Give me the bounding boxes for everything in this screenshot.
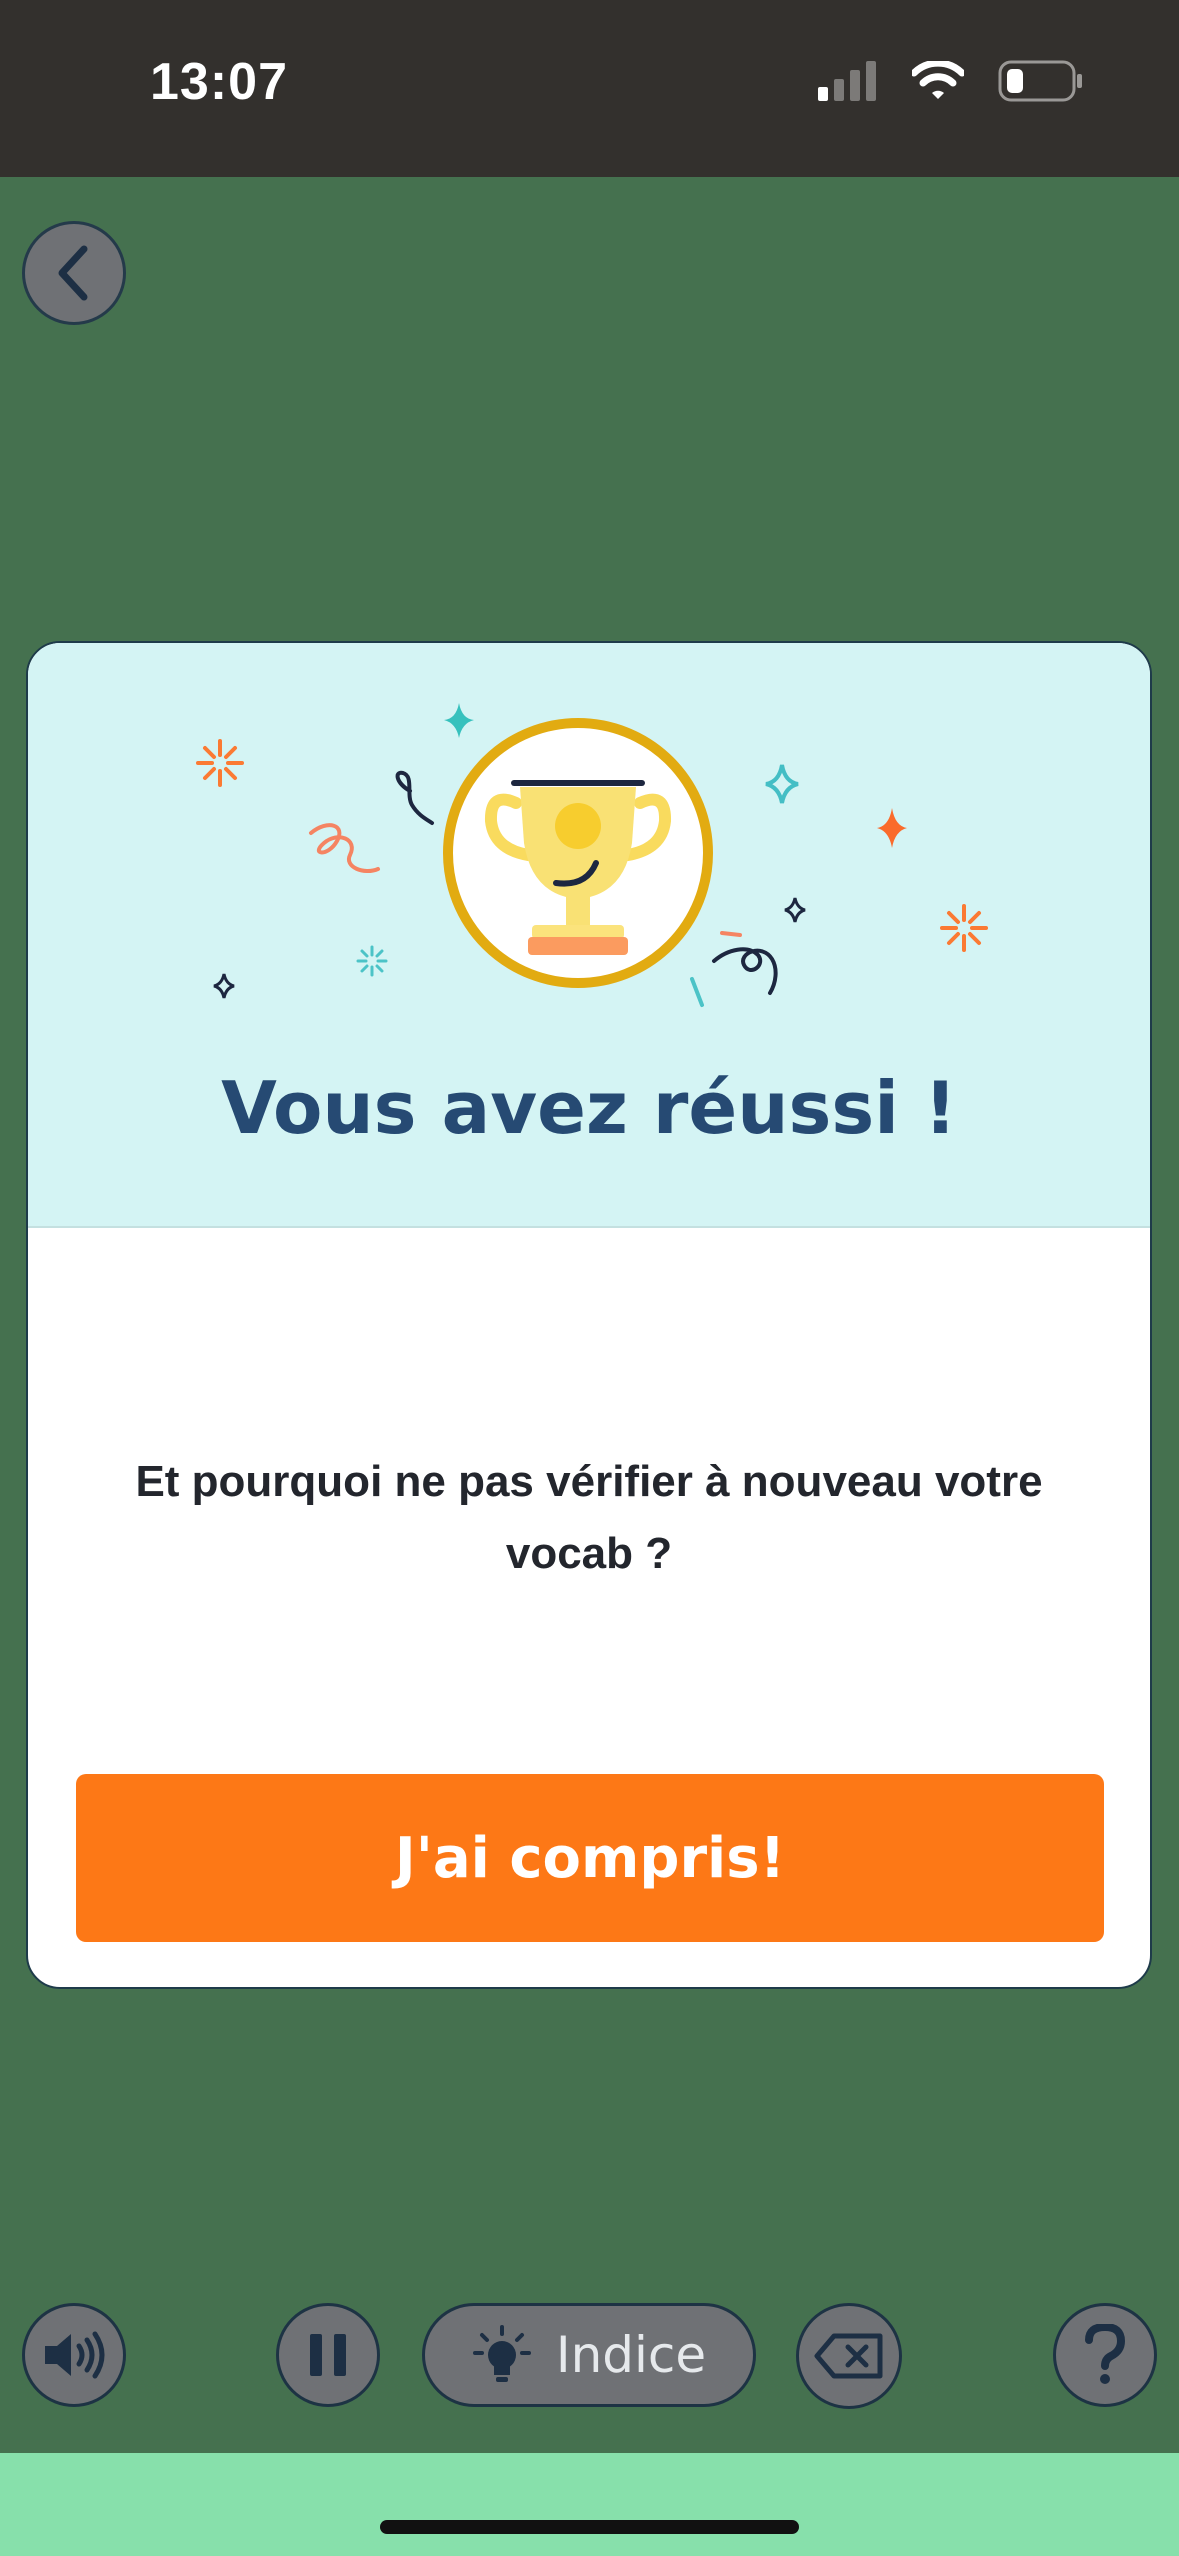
celebration-illustration — [196, 703, 988, 1007]
hint-button[interactable]: Indice — [422, 2303, 756, 2407]
star-icon — [877, 808, 907, 848]
sparkle-icon — [196, 739, 244, 787]
bottom-toolbar: Indice — [0, 2303, 1179, 2413]
modal-header: Vous avez réussi ! — [28, 643, 1150, 1228]
pause-icon — [310, 2334, 346, 2376]
home-indicator-area — [0, 2453, 1179, 2556]
audio-button[interactable] — [22, 2303, 126, 2407]
help-button[interactable] — [1053, 2303, 1157, 2407]
wifi-icon — [912, 61, 964, 99]
confetti-icon — [395, 770, 434, 825]
got-it-button[interactable]: J'ai compris! — [76, 1774, 1104, 1942]
modal-message: Et pourquoi ne pas vérifier à nouveau vo… — [135, 1457, 1043, 1578]
hint-label: Indice — [555, 2326, 707, 2384]
chevron-left-icon — [58, 245, 88, 301]
confetti-icon — [690, 977, 704, 1007]
confetti-icon — [712, 947, 778, 995]
trophy-icon — [443, 718, 713, 988]
star-icon — [784, 897, 806, 923]
status-icons — [818, 60, 1084, 102]
status-bar: 13:07 — [0, 0, 1179, 177]
status-time: 13:07 — [150, 53, 288, 111]
success-modal: Vous avez réussi ! Et pourquoi ne pas vé… — [26, 641, 1152, 1989]
back-button[interactable] — [22, 221, 126, 325]
question-icon — [1085, 2324, 1126, 2384]
speaker-icon — [45, 2331, 105, 2379]
pause-button[interactable] — [276, 2303, 380, 2407]
delete-button[interactable] — [796, 2303, 902, 2409]
star-icon — [444, 703, 474, 738]
modal-title: Vous avez réussi ! — [221, 1066, 957, 1150]
sparkle-icon — [356, 945, 388, 977]
confetti-icon — [309, 823, 380, 874]
lightbulb-icon — [472, 2325, 531, 2382]
battery-icon — [998, 60, 1082, 102]
confetti-icon — [720, 931, 742, 937]
star-icon — [213, 973, 235, 999]
star-icon — [765, 764, 799, 804]
home-indicator[interactable] — [380, 2520, 799, 2534]
sparkle-icon — [940, 904, 988, 952]
signal-icon — [818, 61, 876, 101]
backspace-icon — [814, 2333, 883, 2379]
